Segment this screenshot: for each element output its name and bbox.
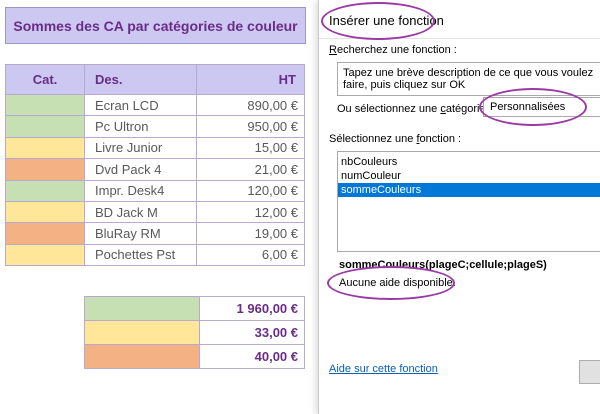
ht-cell[interactable]: 890,00 € [196, 93, 305, 117]
function-search-input[interactable]: Tapez une brève description de ce que vo… [337, 62, 600, 96]
table-header-row: Cat. Des. HT [5, 64, 305, 95]
category-color-cell[interactable] [5, 222, 85, 245]
sum-value-cell[interactable]: 40,00 € [199, 344, 305, 369]
sum-color-cell[interactable] [83, 296, 201, 321]
header-ht[interactable]: HT [196, 64, 305, 95]
sum-row: 1 960,00 € [83, 296, 305, 321]
search-label-key: R [329, 44, 337, 56]
header-des[interactable]: Des. [84, 64, 197, 95]
function-label-pre: Sélectionnez une [329, 133, 417, 145]
ht-cell[interactable]: 21,00 € [196, 158, 305, 181]
function-list-item[interactable]: numCouleur [338, 169, 600, 183]
sum-value-cell[interactable]: 1 960,00 € [199, 296, 305, 321]
category-color-cell[interactable] [5, 179, 85, 202]
category-color-cell[interactable] [5, 243, 85, 267]
sum-color-cell[interactable] [83, 320, 201, 345]
table-row: Livre Junior 15,00 € [5, 136, 305, 160]
function-description: Aucune aide disponible. [339, 277, 456, 289]
search-label: Recherchez une fonction : [329, 44, 457, 56]
titlebar-divider [319, 38, 600, 39]
designation-cell[interactable]: BD Jack M [84, 200, 197, 224]
category-color-cell[interactable] [5, 115, 85, 138]
table-row: BD Jack M 12,00 € [5, 200, 305, 224]
designation-cell[interactable]: Dvd Pack 4 [84, 158, 197, 181]
table-row: Ecran LCD 890,00 € [5, 93, 305, 117]
designation-cell[interactable]: Impr. Desk4 [84, 179, 197, 202]
ht-cell[interactable]: 120,00 € [196, 179, 305, 202]
table-row: Dvd Pack 4 21,00 € [5, 158, 305, 181]
category-color-cell[interactable] [5, 93, 85, 117]
table-row: Impr. Desk4 120,00 € [5, 179, 305, 202]
color-sums-table: 1 960,00 €33,00 €40,00 € [83, 296, 305, 369]
category-label: Ou sélectionnez une catégorie : [337, 103, 492, 115]
header-cat[interactable]: Cat. [5, 64, 85, 95]
function-label-post: onction : [419, 133, 462, 145]
designation-cell[interactable]: Pochettes Pst [84, 243, 197, 267]
ht-cell[interactable]: 15,00 € [196, 136, 305, 160]
dialog-title: Insérer une fonction [329, 13, 444, 28]
category-color-cell[interactable] [5, 200, 85, 224]
category-color-cell[interactable] [5, 158, 85, 181]
table-row: BluRay RM 19,00 € [5, 222, 305, 245]
designation-cell[interactable]: Pc Ultron [84, 115, 197, 138]
function-signature: sommeCouleurs(plageC;cellule;plageS) [339, 259, 547, 271]
designation-cell[interactable]: Ecran LCD [84, 93, 197, 117]
category-select[interactable]: Personnalisées [483, 97, 600, 117]
table-row: Pc Ultron 950,00 € [5, 115, 305, 138]
help-link[interactable]: Aide sur cette fonction [329, 363, 438, 375]
ht-cell[interactable]: 6,00 € [196, 243, 305, 267]
ok-button[interactable] [579, 360, 600, 384]
sum-color-cell[interactable] [83, 344, 201, 369]
category-label-pre: Ou sélectionnez une [337, 103, 441, 115]
sheet-title: Sommes des CA par catégories de couleur [5, 7, 306, 44]
designation-cell[interactable]: BluRay RM [84, 222, 197, 245]
sum-row: 40,00 € [83, 344, 305, 369]
sales-table: Cat. Des. HT Ecran LCD 890,00 € Pc Ultron 9… [5, 64, 305, 267]
ht-cell[interactable]: 12,00 € [196, 200, 305, 224]
function-list[interactable]: nbCouleurs numCouleur sommeCouleurs [337, 151, 600, 252]
insert-function-dialog: Insérer une fonction Recherchez une fonc… [318, 0, 600, 414]
designation-cell[interactable]: Livre Junior [84, 136, 197, 160]
sum-row: 33,00 € [83, 320, 305, 345]
category-color-cell[interactable] [5, 136, 85, 160]
sum-value-cell[interactable]: 33,00 € [199, 320, 305, 345]
search-label-rest: echerchez une fonction : [336, 44, 457, 56]
function-list-item[interactable]: nbCouleurs [338, 155, 600, 169]
function-list-label: Sélectionnez une fonction : [329, 133, 461, 145]
function-list-item[interactable]: sommeCouleurs [338, 183, 600, 197]
ht-cell[interactable]: 950,00 € [196, 115, 305, 138]
table-row: Pochettes Pst 6,00 € [5, 243, 305, 267]
ht-cell[interactable]: 19,00 € [196, 222, 305, 245]
